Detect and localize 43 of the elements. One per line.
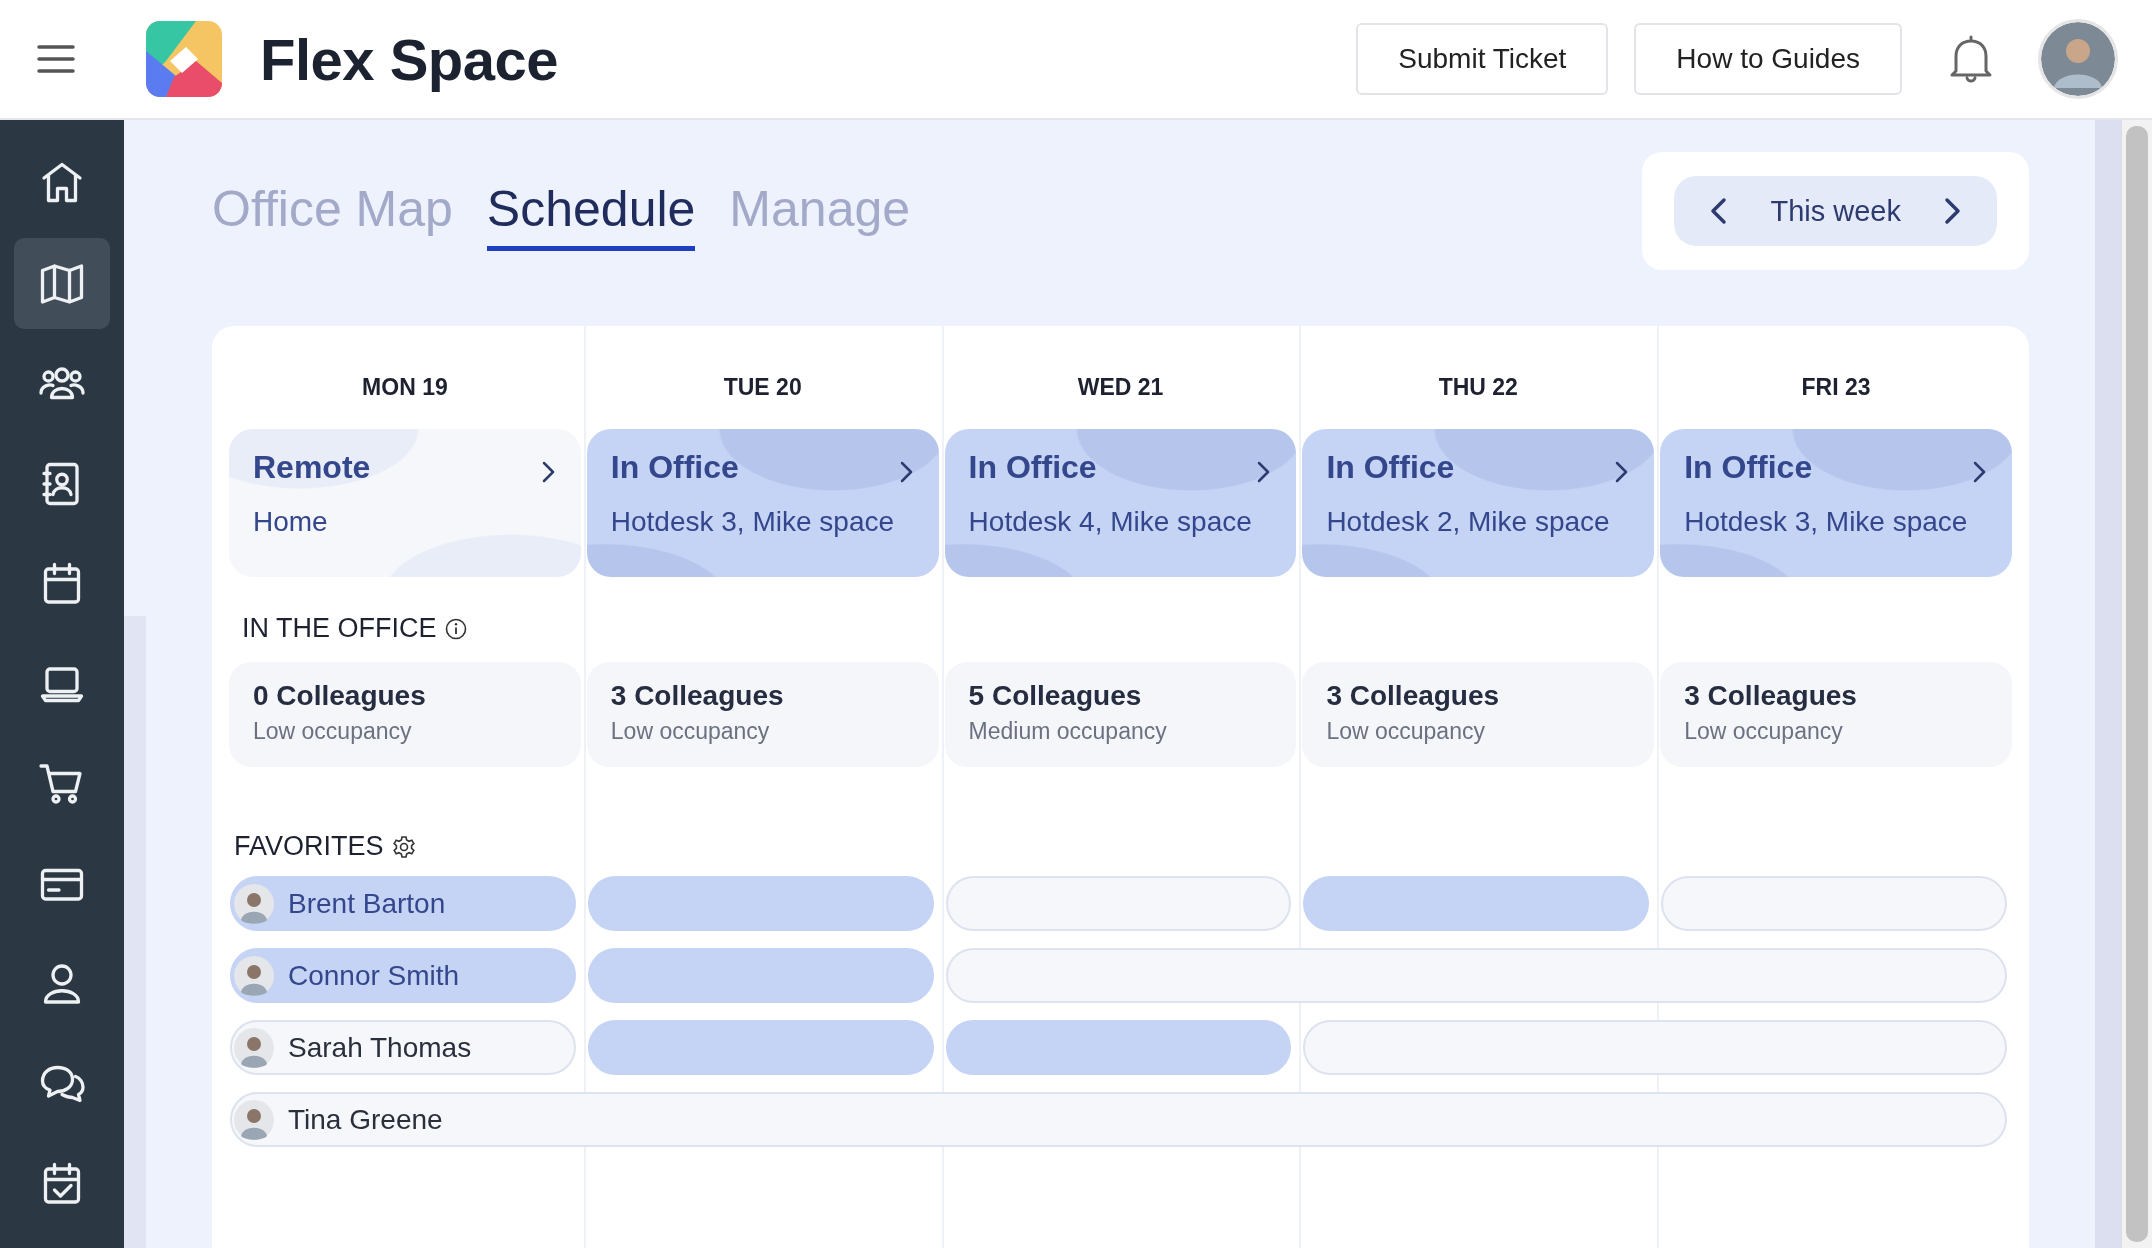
user-avatar[interactable] bbox=[2038, 19, 2118, 99]
tab[interactable]: Schedule bbox=[486, 180, 696, 251]
avatar-silhouette-icon bbox=[234, 955, 274, 996]
header-button[interactable]: How to Guides bbox=[1634, 23, 1902, 95]
occupancy-label: Low occupancy bbox=[1684, 718, 1844, 745]
map-icon[interactable] bbox=[14, 238, 110, 329]
status-card[interactable]: In Office Hotdesk 3, Mike space bbox=[586, 429, 939, 577]
status-card[interactable]: In Office Hotdesk 3, Mike space bbox=[1660, 429, 2012, 577]
section-label: IN THE OFFICE bbox=[242, 613, 437, 644]
week-label: This week bbox=[1770, 194, 1901, 228]
favorite-person-pill: Brent Barton bbox=[230, 876, 576, 931]
occupancy-label: Low occupancy bbox=[1326, 718, 1486, 745]
favorite-person-pill: Connor Smith bbox=[230, 948, 576, 1003]
colleague-count: 0 Colleagues bbox=[253, 680, 427, 712]
day-label: THU 22 bbox=[1437, 373, 1519, 402]
colleague-count: 3 Colleagues bbox=[610, 680, 785, 712]
favorite-person-pill: Sarah Thomas bbox=[230, 1020, 576, 1075]
info-icon[interactable] bbox=[444, 617, 467, 640]
avatar-silhouette-icon bbox=[234, 1099, 274, 1140]
section-label: FAVORITES bbox=[234, 831, 384, 862]
settings-icon[interactable] bbox=[391, 834, 416, 859]
colleague-count: 3 Colleagues bbox=[1326, 680, 1501, 712]
day-label: FRI 23 bbox=[1800, 373, 1872, 402]
notification-bell-icon[interactable] bbox=[1948, 34, 1994, 84]
colleague-count: 5 Colleagues bbox=[968, 680, 1143, 712]
scrollbar[interactable] bbox=[2121, 120, 2152, 1248]
colleague-count: 3 Colleagues bbox=[1684, 680, 1858, 712]
favorite-person-pill: Tina Greene bbox=[230, 1092, 2007, 1147]
header-button[interactable]: Submit Ticket bbox=[1356, 23, 1609, 95]
menu-icon[interactable] bbox=[36, 42, 76, 76]
status-card[interactable]: In Office Hotdesk 4, Mike space bbox=[944, 429, 1297, 577]
day-label: WED 21 bbox=[1076, 373, 1165, 402]
status-card[interactable]: Remote Home bbox=[229, 429, 581, 577]
avatar-silhouette-icon bbox=[234, 883, 274, 924]
status-card[interactable]: In Office Hotdesk 2, Mike space bbox=[1302, 429, 1655, 577]
occupancy-label: Low occupancy bbox=[610, 718, 771, 745]
occupancy-label: Medium occupancy bbox=[968, 718, 1168, 745]
logo-icon bbox=[146, 21, 222, 97]
day-label: TUE 20 bbox=[722, 373, 803, 402]
day-label: MON 19 bbox=[361, 373, 449, 402]
occupancy-label: Low occupancy bbox=[253, 718, 413, 745]
app-title: Flex Space bbox=[260, 25, 559, 93]
avatar-silhouette-icon bbox=[234, 1027, 274, 1068]
